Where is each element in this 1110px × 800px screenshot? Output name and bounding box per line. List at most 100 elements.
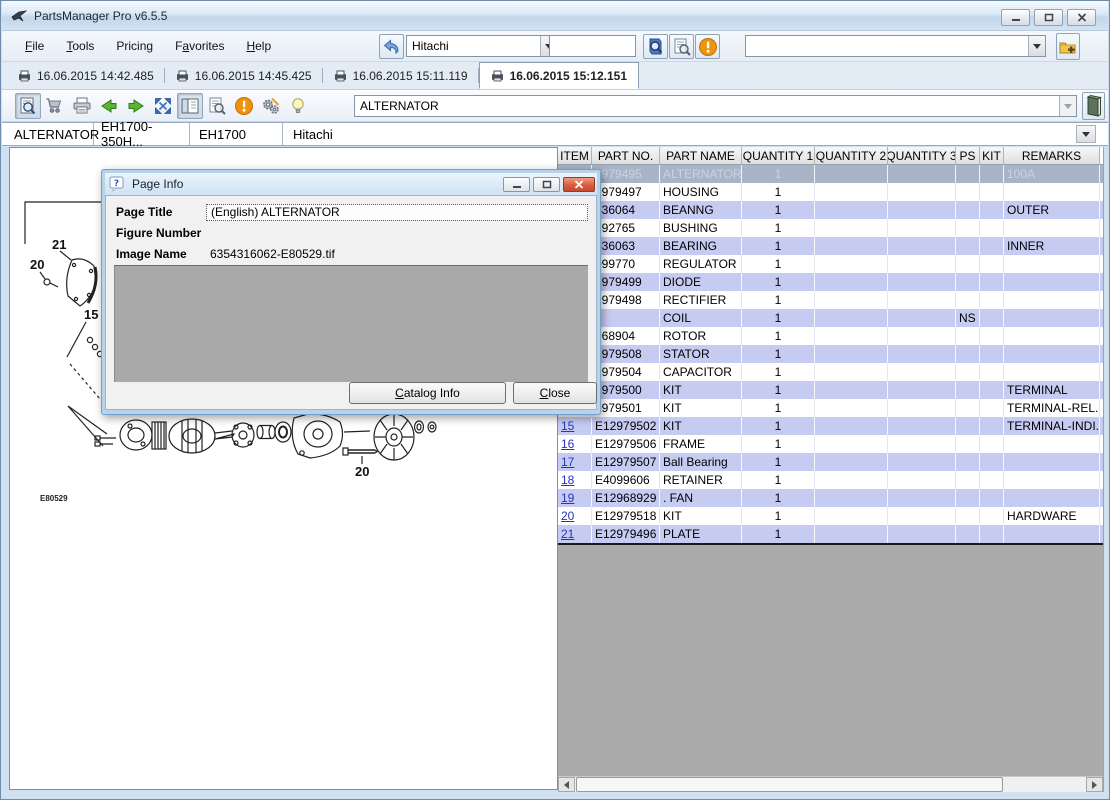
cell-part-no: E12979506: [592, 435, 660, 453]
item-link[interactable]: 19: [558, 489, 592, 507]
print-button[interactable]: [69, 93, 95, 119]
cell-qty2: [815, 345, 888, 363]
chevron-down-icon[interactable]: [1028, 36, 1045, 56]
next-page-button[interactable]: [123, 93, 149, 119]
search-input[interactable]: [549, 35, 636, 57]
item-link[interactable]: 15: [558, 417, 592, 435]
split-view-button[interactable]: [177, 93, 203, 119]
tab-session-2[interactable]: 16.06.2015 14:45.425: [165, 62, 323, 89]
diagram-callout: 20: [30, 257, 44, 272]
cell-qty2: [815, 381, 888, 399]
prev-page-button[interactable]: [96, 93, 122, 119]
menu-help[interactable]: Help: [237, 36, 280, 56]
col-header-part-no-[interactable]: PART NO.: [592, 147, 660, 164]
catalog-info-button[interactable]: Catalog Info: [349, 382, 506, 404]
model-combo[interactable]: [745, 35, 1046, 57]
col-header-quantity-3[interactable]: QUANTITY 3: [888, 147, 956, 164]
cell-part-no: 099770: [592, 255, 660, 273]
search-preview-button[interactable]: [669, 34, 694, 59]
page-search-icon: [207, 96, 227, 116]
table-row[interactable]: 2979498RECTIFIER1: [558, 291, 1103, 309]
tab-session-4[interactable]: 16.06.2015 15:12.151: [479, 62, 639, 89]
table-row[interactable]: 892765BUSHING1: [558, 219, 1103, 237]
cell-kit: [980, 219, 1004, 237]
preview-button[interactable]: [204, 93, 230, 119]
col-header-part-name[interactable]: PART NAME: [660, 147, 742, 164]
col-header-item[interactable]: ITEM: [558, 147, 592, 164]
warning-icon: [698, 37, 718, 57]
dialog-minimize-button[interactable]: [503, 177, 530, 192]
col-header-ps[interactable]: PS: [956, 147, 980, 164]
close-button[interactable]: [1067, 9, 1096, 26]
context-dropdown-button[interactable]: [1076, 125, 1096, 143]
item-link[interactable]: 21: [558, 525, 592, 543]
col-header-remarks[interactable]: REMARKS: [1004, 147, 1100, 164]
catalog-book-button[interactable]: [1082, 92, 1105, 120]
menu-file[interactable]: File: [16, 36, 53, 56]
dialog-close-button[interactable]: [563, 177, 595, 192]
menu-pricing[interactable]: Pricing: [107, 36, 162, 56]
table-row[interactable]: 968904ROTOR1: [558, 327, 1103, 345]
table-row[interactable]: 436064BEANNG1OUTER: [558, 201, 1103, 219]
dialog-title-bar[interactable]: ? Page Info: [105, 173, 597, 195]
cell-remarks: [1004, 183, 1100, 201]
table-row[interactable]: 2979500KIT1TERMINAL: [558, 381, 1103, 399]
cell-qty2: [815, 489, 888, 507]
search-catalog-button[interactable]: [643, 34, 668, 59]
col-header-quantity-1[interactable]: QUANTITY 1: [742, 147, 815, 164]
tips-button[interactable]: [285, 93, 311, 119]
scrollbar-thumb[interactable]: [576, 777, 1003, 792]
cell-part-name: COIL: [660, 309, 742, 327]
table-row[interactable]: 20E12979518KIT1HARDWARE: [558, 507, 1103, 525]
table-row[interactable]: 099770REGULATOR1: [558, 255, 1103, 273]
cell-remarks: INNER: [1004, 237, 1100, 255]
scroll-right-button[interactable]: [1086, 777, 1103, 792]
add-favorite-button[interactable]: [1056, 33, 1080, 60]
table-row[interactable]: 21E12979496PLATE1: [558, 525, 1103, 543]
item-link[interactable]: 16: [558, 435, 592, 453]
table-row[interactable]: 2979504CAPACITOR1: [558, 363, 1103, 381]
table-row[interactable]: 18E4099606RETAINER1: [558, 471, 1103, 489]
scroll-left-button[interactable]: [558, 777, 575, 792]
item-link[interactable]: 18: [558, 471, 592, 489]
load-back-button[interactable]: [379, 34, 404, 59]
col-header-quantity-2[interactable]: QUANTITY 2: [815, 147, 888, 164]
cell-ps: [956, 435, 980, 453]
item-link[interactable]: 20: [558, 507, 592, 525]
settings-button[interactable]: [258, 93, 284, 119]
dialog-maximize-button[interactable]: [533, 177, 560, 192]
report-button[interactable]: [231, 93, 257, 119]
fit-page-button[interactable]: [150, 93, 176, 119]
table-row[interactable]: 19E12968929. FAN1: [558, 489, 1103, 507]
table-row[interactable]: COIL1NS: [558, 309, 1103, 327]
table-row[interactable]: 16E12979506FRAME1: [558, 435, 1103, 453]
table-row[interactable]: 2979497HOUSING1: [558, 183, 1103, 201]
table-row[interactable]: 436063BEARING1INNER: [558, 237, 1103, 255]
horizontal-scrollbar[interactable]: [558, 776, 1103, 792]
page-detail-button[interactable]: [15, 93, 41, 119]
report-button[interactable]: [695, 34, 720, 59]
table-row[interactable]: 2979508STATOR1: [558, 345, 1103, 363]
close-button[interactable]: Close: [513, 382, 597, 404]
cell-ps: [956, 345, 980, 363]
cell-qty1: 1: [742, 345, 815, 363]
tab-session-1[interactable]: 16.06.2015 14:42.485: [7, 62, 165, 89]
page-combo[interactable]: ALTERNATOR: [354, 95, 1077, 117]
table-row[interactable]: 2979495ALTERNATOR1100A: [558, 165, 1103, 183]
table-row[interactable]: 15E12979502KIT1TERMINAL-INDI..: [558, 417, 1103, 435]
col-header-kit[interactable]: KIT: [980, 147, 1004, 164]
item-link[interactable]: 17: [558, 453, 592, 471]
tab-session-3[interactable]: 16.06.2015 15:11.119: [323, 62, 479, 89]
dialog-preview-area: [114, 265, 588, 382]
cell-qty3: [888, 399, 956, 417]
menu-tools[interactable]: Tools: [57, 36, 103, 56]
cart-button[interactable]: [42, 93, 68, 119]
menu-favorites[interactable]: Favorites: [166, 36, 233, 56]
table-row[interactable]: 2979501KIT1TERMINAL-REL..: [558, 399, 1103, 417]
table-row[interactable]: 17E12979507Ball Bearing1: [558, 453, 1103, 471]
table-row[interactable]: 2979499DIODE1: [558, 273, 1103, 291]
manufacturer-combo[interactable]: Hitachi: [406, 35, 558, 57]
minimize-button[interactable]: [1001, 9, 1030, 26]
maximize-button[interactable]: [1034, 9, 1063, 26]
cell-kit: [980, 273, 1004, 291]
